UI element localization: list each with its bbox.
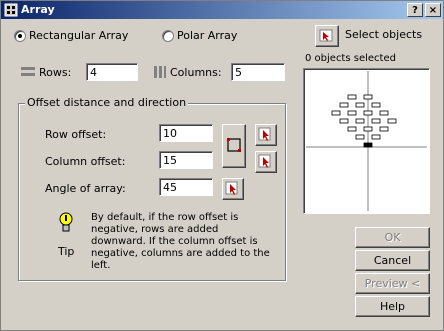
rectangular-array-radio[interactable] (14, 30, 26, 42)
cancel-button[interactable]: Cancel (355, 250, 430, 271)
array-app-icon (4, 3, 18, 17)
array-preview (303, 68, 430, 214)
help-button[interactable]: Help (355, 296, 430, 317)
array-preview-graphic (306, 71, 427, 211)
pick-angle-button[interactable] (222, 178, 244, 200)
ok-button[interactable]: OK (355, 227, 430, 248)
title-bar[interactable]: Array ? × (1, 1, 443, 19)
radio-selected-dot (18, 34, 22, 38)
select-objects-button[interactable] (315, 25, 339, 47)
polar-array-label[interactable]: Polar Array (177, 29, 237, 42)
tip-label: Tip (58, 245, 75, 258)
columns-input[interactable]: 5 (231, 63, 285, 81)
select-objects-label[interactable]: Select objects (345, 28, 422, 41)
rows-icon (21, 67, 35, 76)
tip-lightbulb-icon (59, 212, 73, 232)
column-offset-input[interactable]: 15 (159, 151, 213, 169)
columns-label: Columns: (170, 66, 222, 79)
angle-input[interactable]: 45 (159, 178, 213, 196)
pick-both-offsets-button[interactable] (222, 124, 246, 168)
selection-status: 0 objects selected (305, 53, 396, 64)
row-offset-label: Row offset: (45, 128, 107, 141)
pick-cursor-icon (225, 181, 238, 195)
help-title-button[interactable]: ? (407, 3, 423, 17)
window-title: Array (21, 3, 55, 16)
preview-button[interactable]: Preview < (355, 273, 430, 294)
close-title-button[interactable]: × (425, 3, 441, 17)
pick-cursor-icon (258, 154, 271, 168)
pick-cursor-icon (258, 127, 271, 141)
angle-label: Angle of array: (45, 182, 126, 195)
rows-input[interactable]: 4 (86, 63, 138, 81)
tip-text: By default, if the row offset is negativ… (91, 212, 270, 271)
row-offset-input[interactable]: 10 (159, 124, 213, 142)
rectangular-array-label[interactable]: Rectangular Array (29, 29, 128, 42)
pick-row-offset-button[interactable] (255, 124, 277, 146)
array-dialog: Array ? × Rectangular Array Polar Array … (0, 0, 444, 331)
columns-icon (154, 66, 166, 78)
offset-group-title: Offset distance and direction (25, 96, 189, 109)
pick-column-offset-button[interactable] (255, 151, 277, 173)
pick-both-offsets-icon (227, 138, 241, 152)
rows-label: Rows: (39, 66, 72, 79)
select-cursor-icon (319, 29, 333, 42)
column-offset-label: Column offset: (45, 155, 126, 168)
polar-array-radio[interactable] (162, 30, 174, 42)
